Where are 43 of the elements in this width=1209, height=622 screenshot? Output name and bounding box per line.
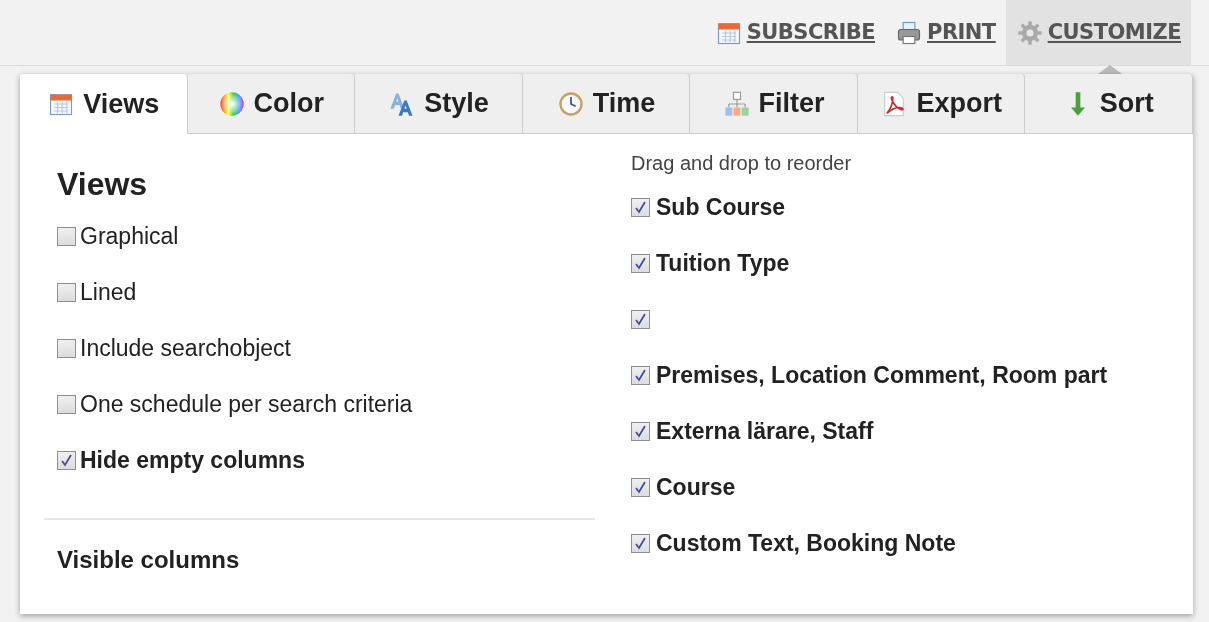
checkbox[interactable] <box>57 226 76 246</box>
tab[interactable]: Color <box>187 74 356 134</box>
column-label: Externa lärare, Staff <box>656 416 874 446</box>
column-label: Course <box>656 472 736 502</box>
tab[interactable]: Filter <box>690 74 858 134</box>
option-label: Include searchobject <box>80 333 291 363</box>
option-label: Graphical <box>80 221 179 251</box>
checkbox[interactable] <box>57 338 76 358</box>
checkbox[interactable] <box>631 421 650 441</box>
clock-icon <box>556 89 585 118</box>
option-label: Lined <box>80 277 137 307</box>
toolbar-link[interactable]: CUSTOMIZE <box>1005 0 1191 65</box>
column-item[interactable]: Sub Course <box>631 192 1108 222</box>
column-label: Sub Course <box>656 192 786 222</box>
column-label: Custom Text, Booking Note <box>656 528 956 558</box>
hierarchy-icon <box>722 89 751 118</box>
column-item[interactable]: Externa lärare, Staff <box>631 416 1108 446</box>
checkbox[interactable] <box>57 450 76 470</box>
column-item[interactable]: Tuition Type <box>631 248 1108 278</box>
checkbox[interactable] <box>631 197 650 217</box>
option-label: Hide empty columns <box>80 445 305 475</box>
toolbar-link[interactable]: SUBSCRIBE <box>704 0 885 65</box>
toolbar-link[interactable]: PRINT <box>885 0 1006 65</box>
tab[interactable]: Time <box>522 74 691 134</box>
checkbox[interactable] <box>631 365 650 385</box>
checkbox[interactable] <box>57 394 76 414</box>
column-item[interactable]: Custom Text, Booking Note <box>631 528 1108 558</box>
column-label: Tuition Type <box>656 248 790 278</box>
option-label: One schedule per search criteria <box>80 389 413 419</box>
section-title: Views <box>57 168 149 200</box>
checkbox[interactable] <box>631 309 650 329</box>
checkbox[interactable] <box>57 282 76 302</box>
checkbox[interactable] <box>631 533 650 553</box>
checkbox[interactable] <box>631 477 650 497</box>
section-title: Visible columns <box>57 545 241 575</box>
hint-text: Drag and drop to reorder <box>631 151 853 176</box>
tab[interactable]: Views <box>20 74 188 134</box>
checkbox[interactable] <box>631 253 650 273</box>
tab[interactable]: Sort <box>1025 74 1194 134</box>
tab[interactable]: Export <box>857 74 1026 134</box>
gear-icon <box>1015 18 1044 47</box>
tab[interactable]: Style <box>355 74 523 134</box>
column-item[interactable]: Course <box>631 472 1108 502</box>
